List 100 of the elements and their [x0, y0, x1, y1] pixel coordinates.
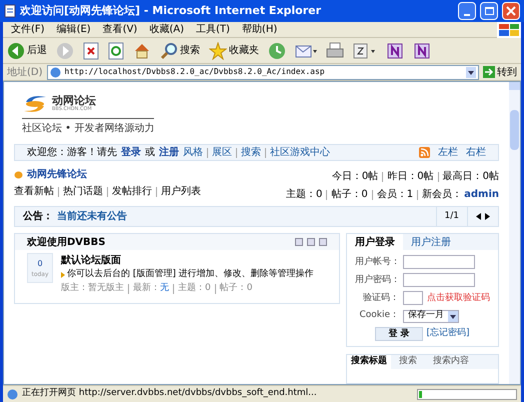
forum-icon [14, 170, 23, 179]
post-count: 0 [37, 258, 43, 270]
stat-text: 最高日：0帖 [442, 170, 499, 184]
forum-link[interactable]: 热门话题 [63, 184, 103, 200]
nav-link[interactable]: 社区游戏中心 [270, 145, 330, 160]
logo-title: 动网论坛 [52, 95, 96, 106]
latest-link[interactable]: 无 [160, 282, 169, 296]
notebook-icon [413, 42, 431, 60]
toolbar-icon-button[interactable] [83, 42, 99, 60]
search-tab[interactable]: 搜索标题 [347, 354, 391, 369]
toolbar-icon-button[interactable] [386, 42, 404, 60]
toolbar-button[interactable]: 搜索 [160, 42, 200, 60]
stat-text: 新会员： [422, 188, 462, 202]
maximize-button[interactable] [480, 2, 498, 20]
forum-title: 动网先锋论坛 [27, 168, 87, 182]
latest-label: 最新： [133, 282, 160, 295]
back-icon [7, 42, 25, 60]
arrow-icon [61, 272, 65, 278]
input-field[interactable] [403, 273, 475, 288]
rss-icon [419, 147, 430, 158]
menu-item[interactable]: 工具(T) [196, 22, 230, 37]
or-text: 或 [145, 146, 155, 160]
forum-link[interactable]: 用户列表 [161, 184, 201, 200]
moderator-text: 版主：暂无版主 [61, 282, 124, 295]
edit-icon [353, 42, 377, 60]
field-label: 验证码： [362, 292, 399, 305]
greeting-text: 欢迎您：游客！请先 [27, 146, 117, 160]
page-icon [7, 388, 18, 400]
dropdown-icon[interactable] [448, 310, 458, 322]
address-label: 地址(D) [7, 66, 43, 80]
panel-title: 欢迎使用DVBBS [27, 235, 106, 250]
menu-item[interactable]: 查看(V) [102, 22, 138, 37]
stat-text: 昨日：0帖 [387, 170, 434, 184]
page-icon [4, 4, 16, 18]
windows-logo-icon [497, 22, 521, 38]
menu-item[interactable]: 帮助(H) [242, 22, 278, 37]
login-tab[interactable]: 用户注册 [403, 234, 459, 250]
cookie-select[interactable]: 保存一月 [403, 310, 459, 323]
search-tab[interactable]: 搜索内容 [425, 354, 477, 369]
layout-link[interactable]: 左栏 [438, 145, 458, 160]
notebook-icon [386, 42, 404, 60]
announcement-link[interactable]: 当前还未有公告 [57, 209, 127, 224]
field-label: 用户帐号： [355, 256, 399, 269]
page-icon [50, 66, 61, 78]
member-link[interactable]: admin [464, 187, 499, 202]
nav-link[interactable]: 搜索 [241, 145, 261, 160]
field-label: 用户密码： [355, 274, 399, 287]
dropdown-icon[interactable] [466, 66, 476, 78]
search-tab[interactable]: 搜索 [391, 354, 425, 369]
stat-text: 会员：1 [376, 188, 414, 202]
board-stat: 帖子：0 [220, 282, 252, 295]
go-button[interactable]: 转到 [483, 64, 517, 80]
board-stat: 主题：0 [178, 282, 211, 295]
page-indicator: 1/1 [436, 207, 467, 226]
stat-text: 今日：0帖 [332, 170, 378, 184]
register-link[interactable]: 注册 [159, 145, 179, 160]
history-icon [268, 42, 286, 60]
login-tab[interactable]: 用户登录 [347, 234, 403, 250]
slogan: 社区论坛 • 开发者网络源动力 [22, 118, 154, 136]
address-field[interactable]: http://localhost/Dvbbs8.2.0_ac/Dvbbs8.2.0_Ac/index.asp [46, 64, 479, 80]
forum-link[interactable]: 查看新帖 [14, 184, 54, 200]
toolbar-button[interactable]: 后退 [7, 42, 47, 60]
board-description: 你可以去后台的 [版面管理] 进行增加、修改、删除等管理操作 [67, 268, 314, 282]
toolbar-button[interactable]: 收藏夹 [209, 42, 259, 60]
close-icon [506, 6, 516, 16]
field-label: Cookie： [358, 309, 399, 322]
scrollbar[interactable] [509, 82, 520, 384]
menu-item[interactable]: 编辑(E) [56, 22, 91, 37]
toolbar-icon-button[interactable] [413, 42, 431, 60]
layout-link[interactable]: 右栏 [466, 145, 486, 160]
refresh-icon [108, 42, 124, 60]
login-link[interactable]: 登录 [121, 145, 141, 160]
board-title[interactable]: 默认论坛版面 [61, 253, 314, 268]
status-text: 正在打开网页 http://server.dvbbs.net/dvbbs/dvbbs_soft_end.html... [22, 387, 318, 400]
login-button[interactable]: 登 录 [375, 326, 423, 341]
previous-icon[interactable] [476, 213, 481, 220]
close-button[interactable] [502, 2, 520, 20]
stop-icon [83, 42, 99, 60]
printer-icon [326, 42, 344, 60]
stat-text: 帖子：0 [331, 188, 368, 202]
window-title: 欢迎访问[动网先锋论坛] - Microsoft Internet Explorer [20, 2, 322, 19]
input-field[interactable] [403, 255, 475, 270]
house-icon [133, 42, 151, 60]
star-icon [209, 42, 227, 60]
captcha-link[interactable]: 点击获取验证码 [427, 292, 490, 306]
minimize-button[interactable] [458, 2, 476, 20]
next-icon[interactable] [485, 213, 490, 220]
forgot-password-link[interactable]: [忘记密码] [426, 327, 470, 341]
toolbar-icon-button[interactable] [353, 42, 377, 60]
arrow-icon [483, 66, 495, 78]
nav-link[interactable]: 风格 [183, 145, 203, 160]
captcha-field[interactable] [403, 291, 423, 306]
announcement-label: 公告： [23, 210, 53, 224]
stat-text: 主题：0 [286, 188, 322, 202]
forum-link[interactable]: 发帖排行 [112, 184, 152, 200]
forward-icon [56, 42, 74, 60]
menu-item[interactable]: 文件(F) [11, 22, 45, 37]
search-icon [160, 42, 178, 60]
nav-link[interactable]: 展区 [212, 145, 232, 160]
menu-item[interactable]: 收藏(A) [149, 22, 184, 37]
